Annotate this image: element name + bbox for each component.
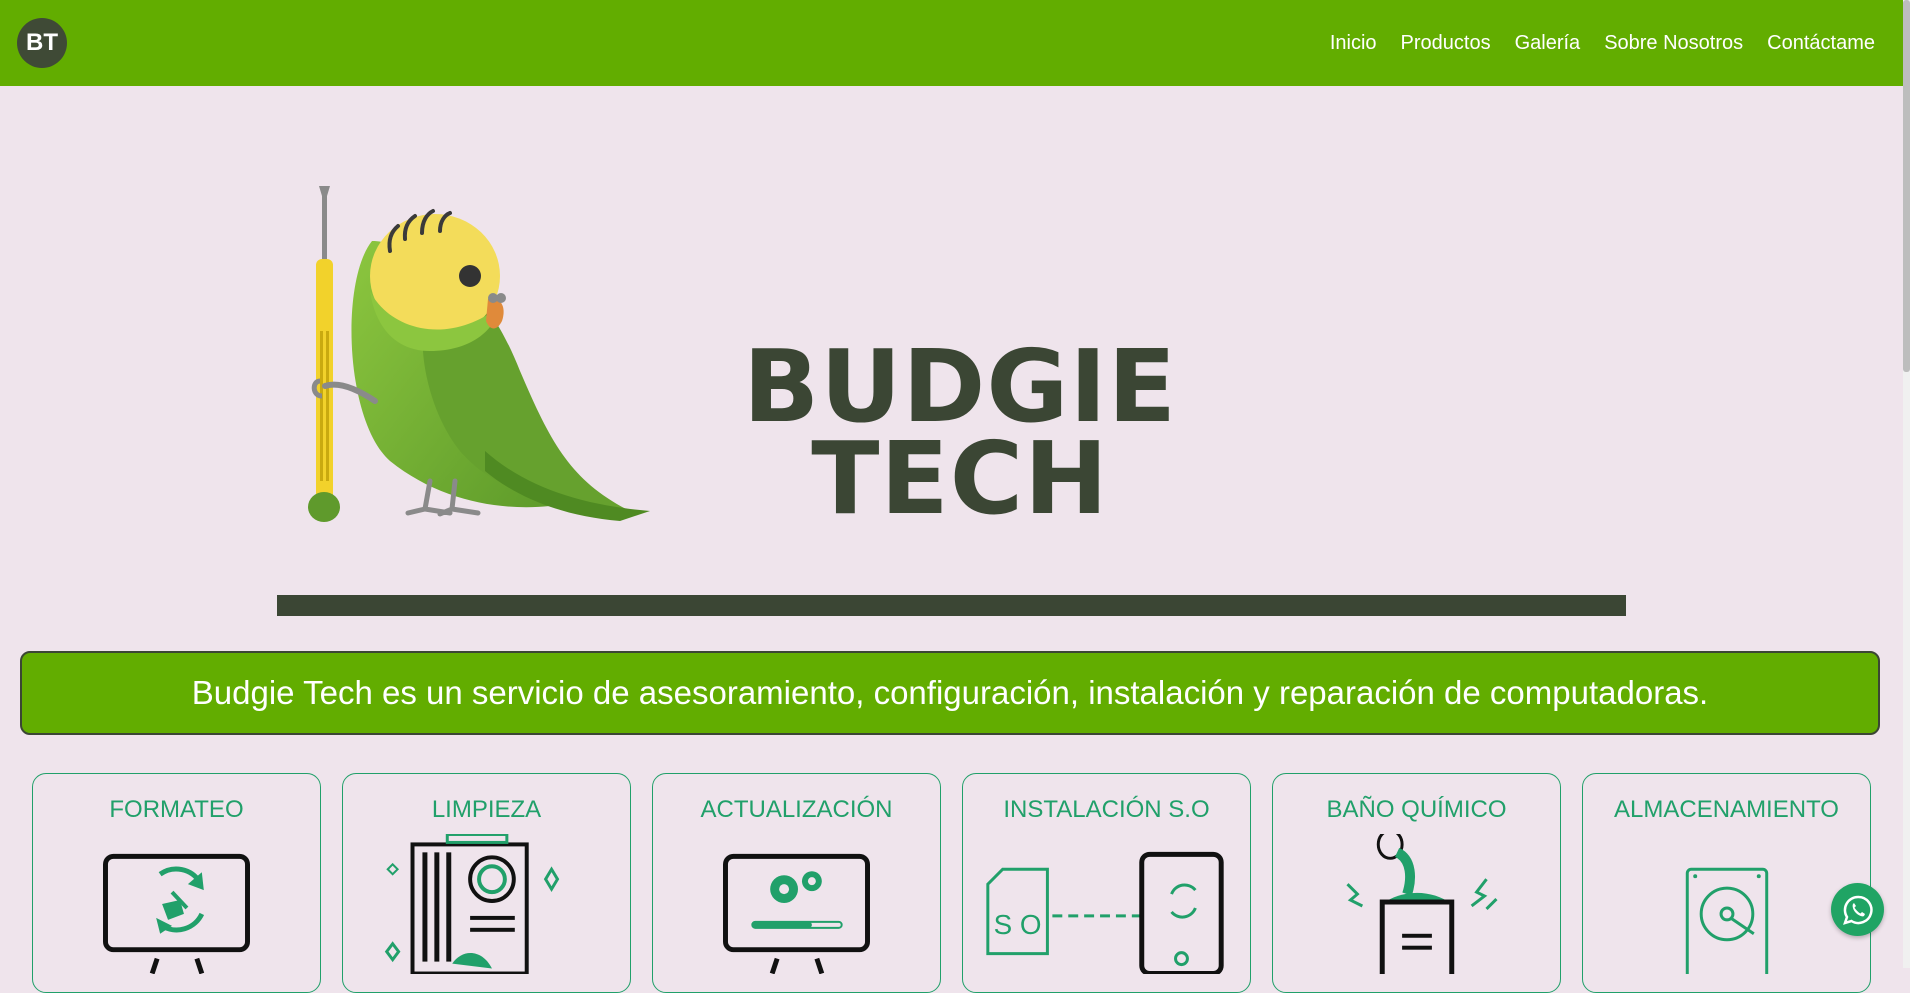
- service-card-almacenamiento[interactable]: ALMACENAMIENTO: [1582, 773, 1871, 993]
- card-title: BAÑO QUÍMICO: [1326, 796, 1507, 823]
- pc-cleaning-icon: [384, 834, 560, 974]
- service-card-actualizacion[interactable]: ACTUALIZACIÓN: [652, 773, 941, 993]
- nav-link-sobre-nosotros[interactable]: Sobre Nosotros: [1604, 32, 1743, 55]
- nav-link-productos[interactable]: Productos: [1401, 32, 1491, 55]
- brand-title-line2: TECH: [811, 420, 1109, 537]
- card-title: LIMPIEZA: [431, 796, 542, 823]
- card-title: FORMATEO: [109, 796, 244, 823]
- scrollbar-thumb[interactable]: [1903, 0, 1910, 372]
- card-title: ACTUALIZACIÓN: [700, 796, 893, 823]
- service-card-formateo[interactable]: FORMATEO: [32, 773, 321, 993]
- svg-text:S O: S O: [994, 909, 1042, 940]
- scrollbar-track[interactable]: [1903, 0, 1910, 968]
- logo-badge[interactable]: BT: [17, 18, 67, 68]
- whatsapp-button[interactable]: [1831, 883, 1884, 936]
- banner-text: Budgie Tech es un servicio de asesoramie…: [191, 674, 1709, 711]
- card-title: ALMACENAMIENTO: [1614, 796, 1839, 823]
- nav-link-inicio[interactable]: Inicio: [1330, 32, 1377, 55]
- nav-link-galeria[interactable]: Galería: [1515, 32, 1581, 55]
- description-banner: Budgie Tech es un servicio de asesoramie…: [20, 651, 1880, 735]
- service-card-bano-quimico[interactable]: BAÑO QUÍMICO: [1272, 773, 1561, 993]
- hero-section: BUDGIE TECH: [0, 86, 1903, 646]
- monitor-recycle-icon: [103, 853, 250, 974]
- perch-bar: [277, 595, 1626, 616]
- whatsapp-icon: [1842, 895, 1873, 925]
- nav-links: Inicio Productos Galería Sobre Nosotros …: [1330, 0, 1875, 86]
- budgie-with-screwdriver-icon: [308, 186, 650, 522]
- monitor-gears-icon: [723, 853, 870, 974]
- nav-link-contactame[interactable]: Contáctame: [1767, 32, 1875, 55]
- service-cards: FORMATEO LIMPIEZA ACTUALIZACIÓN INSTALAC…: [32, 773, 1871, 993]
- os-install-icon: S O: [986, 851, 1224, 974]
- brand-title: BUDGIE TECH: [700, 337, 1220, 537]
- card-title: INSTALACIÓN S.O: [1003, 796, 1210, 823]
- hard-drive-icon: [1685, 867, 1769, 974]
- chemical-bath-icon: [1346, 834, 1498, 974]
- service-card-instalacion-so[interactable]: INSTALACIÓN S.O S O: [962, 773, 1251, 993]
- navbar: BT Inicio Productos Galería Sobre Nosotr…: [0, 0, 1903, 86]
- service-card-limpieza[interactable]: LIMPIEZA: [342, 773, 631, 993]
